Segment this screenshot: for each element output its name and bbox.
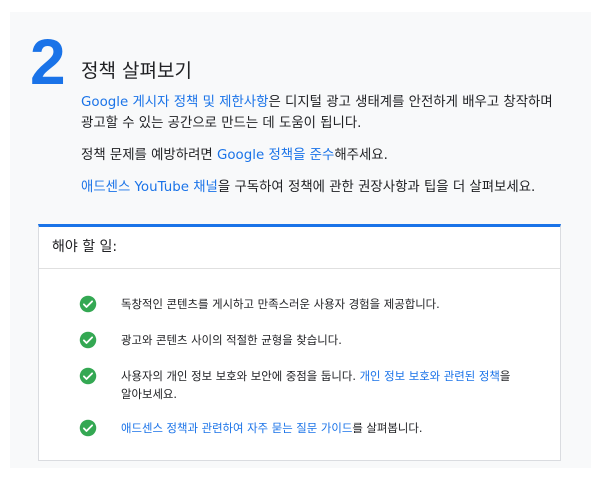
todo-item-text: 독창적인 콘텐츠를 게시하고 만족스러운 사용자 경험을 제공합니다. [121,297,440,311]
check-circle-icon [79,331,97,349]
privacy-policies-link[interactable]: 개인 정보 보호와 관련된 정책 [360,369,500,383]
intro-p2-text-after: 해주세요. [334,148,388,163]
todo-item-text: 사용자의 개인 정보 보호와 보안에 중점을 둡니다. 개인 정보 보호와 관련… [121,367,521,403]
follow-policies-link[interactable]: Google 정책을 준수 [217,148,334,163]
step-number: 2 [30,26,66,98]
youtube-channel-link[interactable]: 애드센스 YouTube 채널 [81,180,218,195]
todo-item-text: 애드센스 정책과 관련하여 자주 묻는 질문 가이드를 살펴봅니다. [121,419,521,437]
check-circle-icon [79,419,97,437]
policy-faq-link[interactable]: 애드센스 정책과 관련하여 자주 묻는 질문 가이드 [121,421,352,435]
check-circle-icon [79,367,97,385]
todo-header: 해야 할 일: [39,227,560,269]
intro-text: Google 게시자 정책 및 제한사항은 디지털 광고 생태계를 안전하게 배… [81,92,566,209]
todo-item-text: 광고와 콘텐츠 사이의 적절한 균형을 찾습니다. [121,333,342,347]
publisher-policies-link[interactable]: Google 게시자 정책 및 제한사항 [81,95,268,110]
todo-card: 해야 할 일: 독창적인 콘텐츠를 게시하고 만족스러운 사용자 경험을 제공합… [38,224,561,461]
intro-p3-text: 을 구독하여 정책에 관한 권장사항과 팁을 더 살펴보세요. [217,180,536,195]
step-title: 정책 살펴보기 [81,60,192,82]
intro-paragraph-3: 애드센스 YouTube 채널을 구독하여 정책에 관한 권장사항과 팁을 더 … [81,177,566,198]
check-circle-icon [79,295,97,313]
todo-privacy-text-before: 사용자의 개인 정보 보호와 보안에 중점을 둡니다. [121,369,360,383]
intro-paragraph-1: Google 게시자 정책 및 제한사항은 디지털 광고 생태계를 안전하게 배… [81,92,566,134]
todo-faq-text-after: 를 살펴봅니다. [352,421,423,435]
intro-p2-text-before: 정책 문제를 예방하려면 [81,148,217,163]
intro-paragraph-2: 정책 문제를 예방하려면 Google 정책을 준수해주세요. [81,145,566,166]
